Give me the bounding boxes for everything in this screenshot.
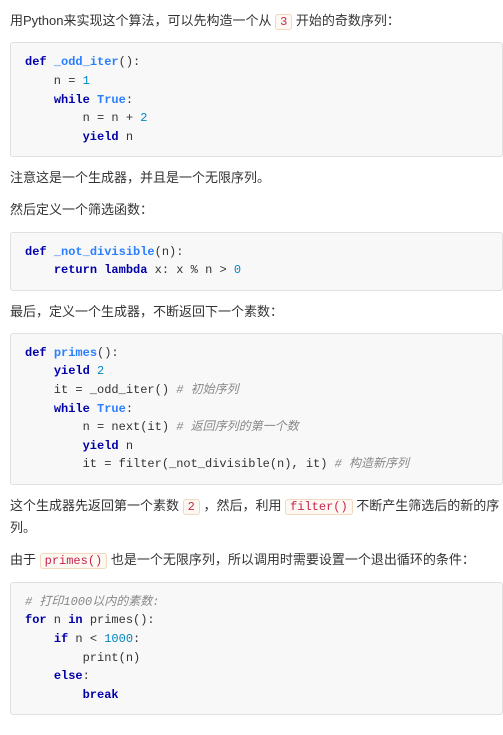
code-print-primes: # 打印1000以内的素数: for n in primes(): if n <… (10, 582, 503, 716)
text: 这个生成器先返回第一个素数 (10, 498, 183, 513)
filter-intro-paragraph: 然后定义一个筛选函数： (10, 199, 503, 221)
inline-code-2: 2 (183, 499, 200, 515)
inline-code-filter: filter() (285, 499, 353, 515)
primes-intro-paragraph: 最后，定义一个生成器，不断返回下一个素数： (10, 301, 503, 323)
text: 由于 (10, 552, 40, 567)
code-primes: def primes(): yield 2 it = _odd_iter() #… (10, 333, 503, 485)
intro-paragraph: 用Python来实现这个算法，可以先构造一个从 3 开始的奇数序列： (10, 10, 503, 32)
text: ，然后，利用 (200, 498, 285, 513)
inline-code-primes: primes() (40, 553, 108, 569)
text: 也是一个无限序列，所以调用时需要设置一个退出循环的条件： (107, 552, 475, 567)
inline-code-3: 3 (275, 14, 292, 30)
text: 开始的奇数序列： (292, 13, 400, 28)
code-odd-iter: def _odd_iter(): n = 1 while True: n = n… (10, 42, 503, 157)
loop-condition-paragraph: 由于 primes() 也是一个无限序列，所以调用时需要设置一个退出循环的条件： (10, 549, 503, 571)
code-not-divisible: def _not_divisible(n): return lambda x: … (10, 232, 503, 291)
text: 用Python来实现这个算法，可以先构造一个从 (10, 13, 275, 28)
after-primes-paragraph: 这个生成器先返回第一个素数 2 ，然后，利用 filter() 不断产生筛选后的… (10, 495, 503, 539)
note-paragraph: 注意这是一个生成器，并且是一个无限序列。 (10, 167, 503, 189)
